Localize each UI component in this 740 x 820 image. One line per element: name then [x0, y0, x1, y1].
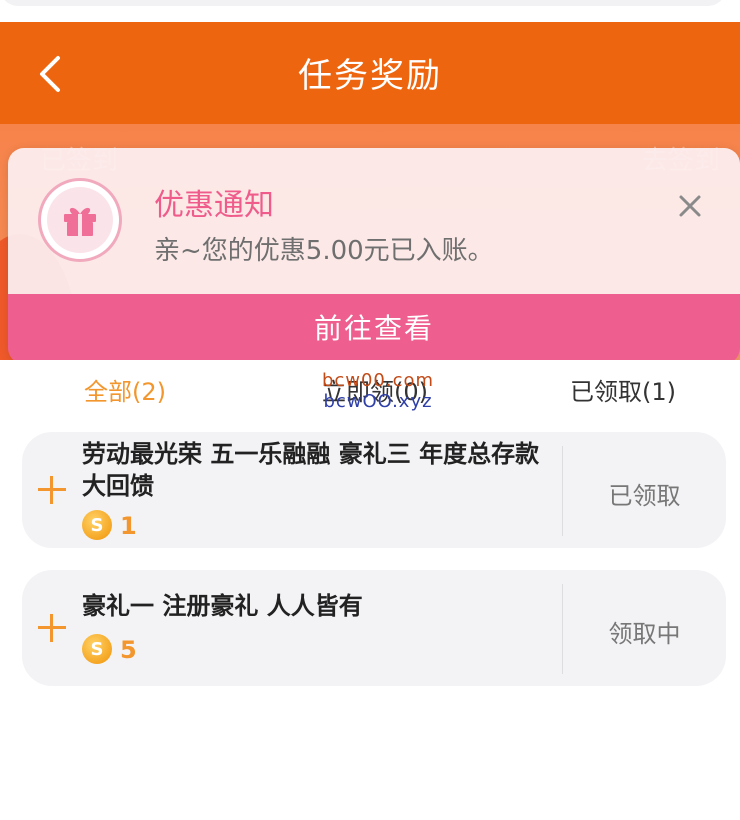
plus-icon[interactable] — [38, 476, 66, 504]
task-title: 豪礼一 注册豪礼 人人皆有 — [82, 592, 363, 620]
card-tail — [0, 0, 726, 6]
task-card: 豪礼一 注册豪礼 人人皆有 S 5 领取中 — [22, 570, 726, 686]
close-icon — [679, 195, 701, 217]
tab-claim-now[interactable]: 立即领(0) — [322, 372, 428, 407]
coin-icon: S — [82, 510, 112, 540]
coin-icon: S — [82, 634, 112, 664]
app-header: 任务奖励 — [0, 22, 740, 124]
task-title: 劳动最光荣 五一乐融融 豪礼三 年度总存款大回馈 — [82, 440, 540, 500]
notification-message: 亲~您的优惠5.00元已入账。 — [154, 236, 494, 266]
task-reward: 5 — [120, 636, 137, 664]
view-details-button[interactable]: 前往查看 — [8, 294, 740, 364]
notification-title: 优惠通知 — [154, 188, 274, 223]
discount-notification: 优惠通知 亲~您的优惠5.00元已入账。 前往查看 — [8, 148, 740, 364]
page-title: 任务奖励 — [298, 56, 442, 96]
task-status-button[interactable]: 已领取 — [563, 476, 726, 511]
notification-body: 优惠通知 亲~您的优惠5.00元已入账。 — [8, 148, 740, 294]
task-status-button[interactable]: 领取中 — [563, 614, 726, 649]
notification-icon-circle — [38, 178, 122, 262]
task-filter-tabs: 全部(2) 立即领(0) 已领取(1) — [0, 360, 740, 416]
task-reward: 1 — [120, 512, 137, 540]
tab-claimed[interactable]: 已领取(1) — [570, 372, 676, 407]
gift-icon — [64, 207, 96, 236]
previous-card-edge — [0, 0, 740, 22]
gift-icon-bg — [47, 187, 113, 253]
close-notification-button[interactable] — [676, 192, 704, 220]
plus-icon[interactable] — [38, 614, 66, 642]
task-card: 劳动最光荣 五一乐融融 豪礼三 年度总存款大回馈 S 1 已领取 — [22, 432, 726, 548]
tab-all[interactable]: 全部(2) — [84, 372, 166, 407]
